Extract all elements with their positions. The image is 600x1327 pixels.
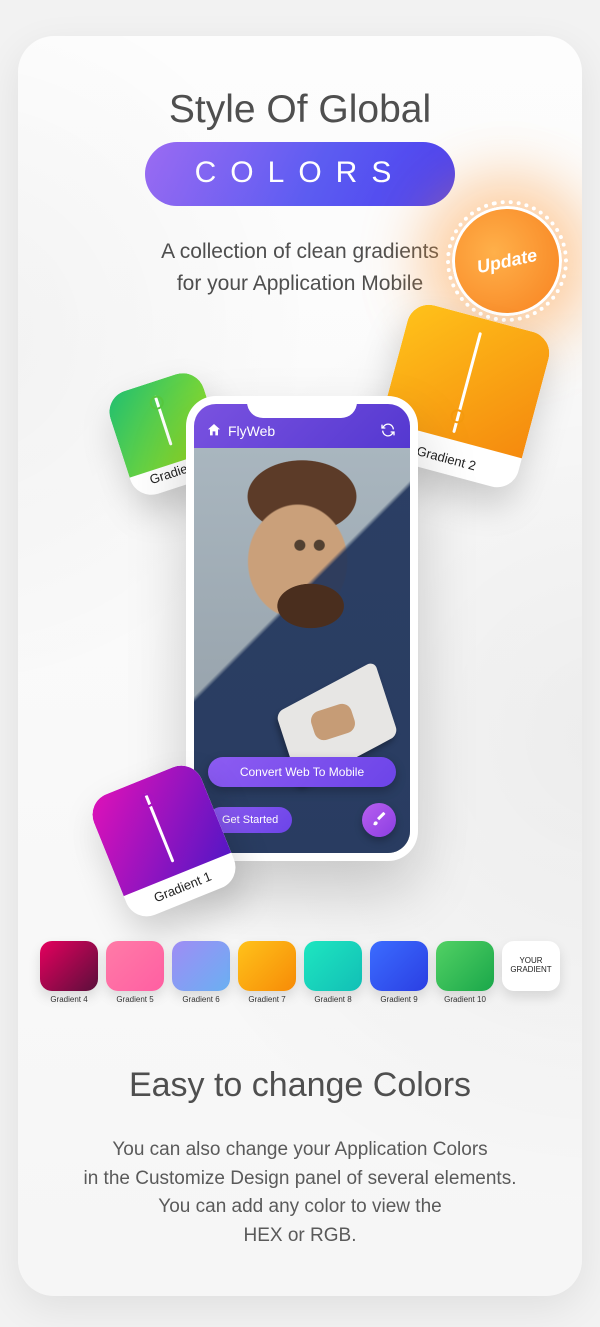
brush-icon: [371, 810, 387, 831]
colors-pill: COLORS: [145, 142, 455, 206]
app-name: FlyWeb: [228, 423, 275, 439]
phone-mockup: FlyWeb Convert Web To Mobile Get Started: [186, 396, 418, 861]
gradient-swatch-6[interactable]: Gradient 6: [172, 941, 230, 1004]
gradient-swatch-4[interactable]: Gradient 4: [40, 941, 98, 1004]
body-line-2: in the Customize Design panel of several…: [83, 1168, 516, 1189]
gradient-swatch-9[interactable]: Gradient 9: [370, 941, 428, 1004]
swatch-label: Gradient 4: [40, 995, 98, 1004]
hero-photo: [194, 448, 410, 853]
your-gradient-swatch[interactable]: YOUR GRADIENT: [502, 941, 560, 991]
gradient-preview: [238, 941, 296, 991]
brush-fab[interactable]: [362, 803, 396, 837]
subtitle-line-1: A collection of clean gradients: [161, 240, 439, 263]
gradient-swatch-10[interactable]: Gradient 10: [436, 941, 494, 1004]
swatch-label: Gradient 5: [106, 995, 164, 1004]
gradient-swatch-8[interactable]: Gradient 8: [304, 941, 362, 1004]
phone-notch: [247, 396, 357, 418]
cta-primary-button[interactable]: Convert Web To Mobile: [208, 757, 396, 787]
subtitle-line-2: for your Application Mobile: [177, 272, 423, 295]
body-line-3: You can add any color to view the: [158, 1196, 441, 1217]
body-line-1: You can also change your Application Col…: [112, 1139, 487, 1160]
page-title: Style Of Global: [18, 88, 582, 132]
body-line-4: HEX or RGB.: [244, 1225, 357, 1246]
section-heading: Easy to change Colors: [18, 1066, 582, 1105]
gradient-preview: [436, 941, 494, 991]
swatch-label: Gradient 8: [304, 995, 362, 1004]
gradient-preview: [40, 941, 98, 991]
gradient-preview: [106, 941, 164, 991]
update-badge: Update: [442, 196, 572, 326]
promo-card: Style Of Global COLORS A collection of c…: [18, 36, 582, 1296]
gradient-swatch-7[interactable]: Gradient 7: [238, 941, 296, 1004]
body-copy: You can also change your Application Col…: [54, 1136, 546, 1250]
swatch-label: Gradient 10: [436, 995, 494, 1004]
your-gradient-label: YOUR GRADIENT: [502, 941, 560, 991]
phone-content: Convert Web To Mobile Get Started: [194, 448, 410, 853]
gradient-preview: [370, 941, 428, 991]
update-badge-label: Update: [475, 244, 539, 277]
swatch-label: Gradient 9: [370, 995, 428, 1004]
refresh-icon[interactable]: [380, 422, 396, 441]
swatch-label: Gradient 6: [172, 995, 230, 1004]
gradient-preview: [304, 941, 362, 991]
swatch-label: Gradient 7: [238, 995, 296, 1004]
gradient-swatch-5[interactable]: Gradient 5: [106, 941, 164, 1004]
home-icon: [206, 422, 222, 441]
gradient-preview: [172, 941, 230, 991]
swatch-row: Gradient 4 Gradient 5 Gradient 6 Gradient 7…: [40, 941, 560, 1004]
